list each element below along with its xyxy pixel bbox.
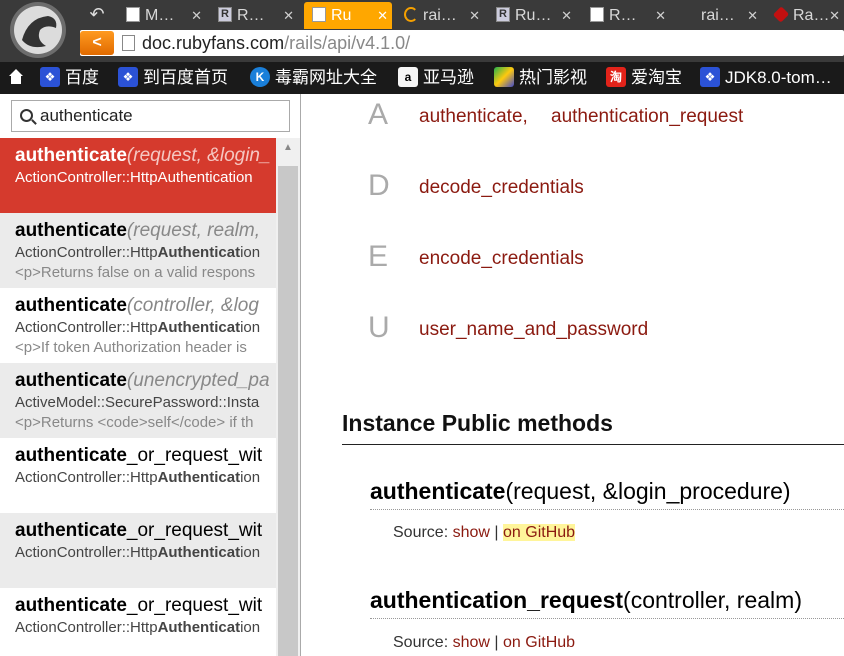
- search-result[interactable]: authenticate_or_request_wit ActionContro…: [0, 588, 276, 656]
- github-link[interactable]: on GitHub: [503, 634, 575, 651]
- search-result[interactable]: authenticate_or_request_wit ActionContro…: [0, 438, 276, 513]
- method-signature: authentication_request(controller, realm…: [370, 587, 802, 613]
- method-link[interactable]: decode_credentials: [419, 177, 584, 199]
- method-source: Source: show | on GitHub: [393, 524, 576, 541]
- divider: [342, 444, 844, 445]
- r-icon: R: [496, 6, 510, 22]
- tab-4[interactable]: rai… ✕: [396, 2, 484, 29]
- method-link[interactable]: authenticate,: [419, 106, 528, 128]
- close-icon[interactable]: ✕: [561, 2, 572, 29]
- search-result[interactable]: authenticate(controller, &log ActionCont…: [0, 288, 276, 363]
- page-icon: [590, 6, 604, 22]
- close-icon[interactable]: ✕: [747, 2, 758, 29]
- back-button[interactable]: <: [80, 31, 114, 55]
- method-source: Source: show | on GitHub: [393, 634, 576, 651]
- search-panel: authenticate(request, &login_ ActionCont…: [0, 94, 301, 656]
- loading-icon: [404, 6, 418, 22]
- baidu-paw-icon: ❖: [700, 67, 720, 88]
- address-bar[interactable]: < doc.rubyfans.com/rails/api/v4.1.0/: [80, 30, 844, 56]
- browser-tab-strip: ↶ M… ✕ R R… ✕ Ru ✕ rai… ✕ R Ru… ✕ R… ✕ rai…: [0, 0, 844, 62]
- blank-icon: [682, 7, 696, 22]
- scrollbar-thumb[interactable]: [278, 166, 298, 656]
- bookmark-duba[interactable]: K 毒霸网址大全: [250, 66, 377, 90]
- search-result[interactable]: authenticate(unencrypted_pa ActiveModel:…: [0, 363, 276, 438]
- page-icon: [126, 6, 140, 22]
- tab-7[interactable]: rai… ✕: [674, 2, 762, 29]
- home-icon: [9, 69, 23, 85]
- search-input[interactable]: [40, 104, 280, 128]
- play-icon: [494, 67, 514, 88]
- bookmark-home[interactable]: [8, 66, 24, 90]
- close-icon[interactable]: ✕: [191, 2, 202, 29]
- method-link[interactable]: encode_credentials: [419, 248, 584, 270]
- divider: [370, 509, 844, 510]
- github-link[interactable]: on GitHub: [503, 524, 576, 541]
- method-link[interactable]: user_name_and_password: [419, 319, 648, 341]
- baidu-paw-icon: ❖: [40, 67, 60, 88]
- show-source-link[interactable]: show: [453, 634, 490, 651]
- divider: [370, 618, 844, 619]
- browser-logo-icon[interactable]: [2, 0, 74, 62]
- tab-8[interactable]: Ra… ✕: [766, 2, 844, 29]
- baidu-paw-icon: ❖: [118, 67, 138, 88]
- close-icon[interactable]: ✕: [283, 2, 294, 29]
- tab-6[interactable]: R… ✕: [582, 2, 670, 29]
- bookmarks-bar: ❖ 百度 ❖ 到百度首页 K 毒霸网址大全 a 亚马逊 热门影视 淘爱淘宝 ❖ JDK8.…: [0, 62, 844, 94]
- page-icon: [312, 6, 326, 22]
- scroll-up-arrow-icon[interactable]: ▲: [276, 138, 300, 158]
- method-signature: authenticate(request, &login_procedure): [370, 478, 791, 504]
- search-icon: [20, 109, 33, 122]
- results-scrollbar[interactable]: ▲: [276, 138, 300, 656]
- tab-3-active[interactable]: Ru ✕: [304, 2, 392, 29]
- tab-2[interactable]: R R… ✕: [210, 2, 298, 29]
- tab-5[interactable]: R Ru… ✕: [488, 2, 576, 29]
- search-box[interactable]: [11, 100, 290, 132]
- ruby-gem-icon: [772, 6, 790, 23]
- bookmark-baidu[interactable]: ❖ 百度: [40, 66, 99, 90]
- search-result[interactable]: authenticate(request, &login_ ActionCont…: [0, 138, 276, 213]
- close-icon[interactable]: ✕: [377, 2, 388, 29]
- bookmark-amazon[interactable]: a 亚马逊: [398, 66, 474, 90]
- bookmark-jdk[interactable]: ❖ JDK8.0-tom…: [700, 66, 832, 90]
- method-link[interactable]: authentication_request: [551, 106, 743, 128]
- section-title: Instance Public methods: [342, 410, 613, 436]
- doc-content: A authenticate, authentication_request D…: [302, 94, 844, 656]
- bookmark-movies[interactable]: 热门影视: [494, 66, 587, 90]
- page-icon: [122, 35, 135, 51]
- bookmark-taobao[interactable]: 淘爱淘宝: [606, 66, 682, 90]
- search-result[interactable]: authenticate(request, realm, ActionContr…: [0, 213, 276, 288]
- amazon-icon: a: [398, 67, 418, 88]
- close-icon[interactable]: ✕: [655, 2, 666, 29]
- search-result[interactable]: authenticate_or_request_wit ActionContro…: [0, 513, 276, 588]
- undo-close-tab-icon[interactable]: ↶: [84, 2, 110, 26]
- taobao-icon: 淘: [606, 67, 626, 88]
- show-source-link[interactable]: show: [453, 524, 490, 541]
- close-icon[interactable]: ✕: [469, 2, 480, 29]
- r-icon: R: [218, 6, 232, 22]
- tab-1[interactable]: M… ✕: [118, 2, 206, 29]
- search-results-list: authenticate(request, &login_ ActionCont…: [0, 138, 276, 656]
- url-text[interactable]: doc.rubyfans.com/rails/api/v4.1.0/: [142, 33, 410, 54]
- bookmark-baidu-home[interactable]: ❖ 到百度首页: [118, 66, 228, 90]
- close-icon[interactable]: ✕: [829, 2, 840, 29]
- k-icon: K: [250, 67, 270, 88]
